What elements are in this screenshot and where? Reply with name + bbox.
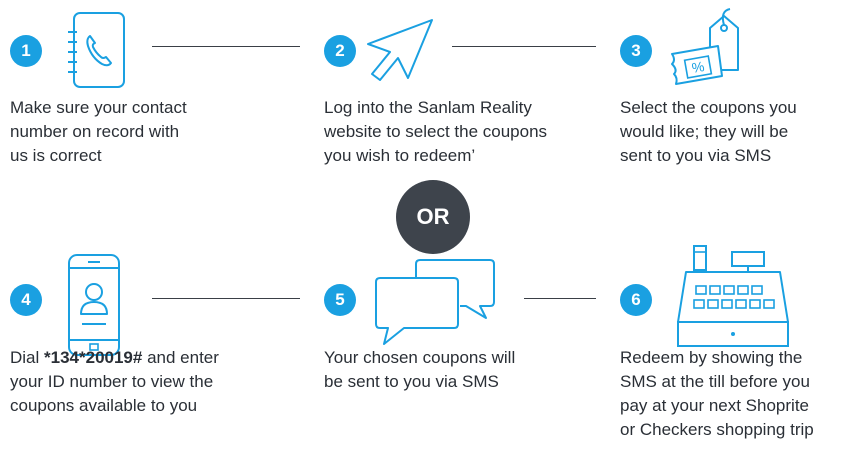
step-6-badge: 6 (620, 284, 652, 316)
step-2-text: Log into the Sanlam Reality website to s… (324, 98, 548, 165)
cursor-arrow-icon (362, 16, 436, 84)
step-6-text: Redeem by showing the SMS at the till be… (620, 348, 814, 439)
connector-2-3 (452, 46, 596, 47)
connector-1-2 (152, 46, 300, 47)
step-4-badge: 4 (10, 284, 42, 316)
coupon-tags-icon: % (666, 6, 750, 90)
mobile-profile-icon (66, 252, 122, 358)
step-1-text: Make sure your contact number on record … (10, 98, 187, 165)
step-3-badge: 3 (620, 35, 652, 67)
step-3-text: Select the coupons you would like; they … (620, 98, 797, 165)
step-1-badge: 1 (10, 35, 42, 67)
or-badge: OR (396, 180, 470, 254)
ussd-code: *134*20019# (44, 348, 143, 367)
cash-register-icon (676, 238, 800, 356)
connector-4-5 (152, 298, 300, 299)
connector-5-6 (524, 298, 596, 299)
step-4-text: Dial *134*20019# and enter your ID numbe… (10, 346, 219, 418)
chat-bubbles-icon (370, 258, 504, 350)
step-5-text: Your chosen coupons will be sent to you … (324, 348, 516, 391)
step-2-badge: 2 (324, 35, 356, 67)
phone-book-icon (62, 10, 132, 90)
step-5-badge: 5 (324, 284, 356, 316)
step-4-text-before: Dial (10, 348, 45, 367)
